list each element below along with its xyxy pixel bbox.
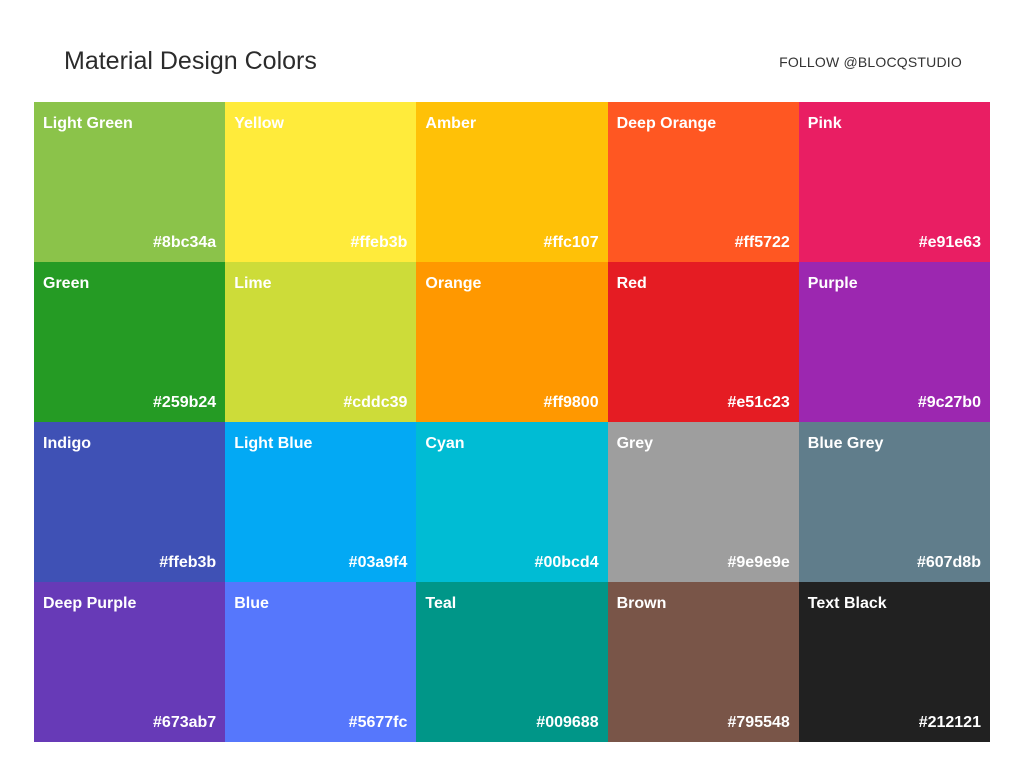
swatch-name: Purple [807, 275, 858, 292]
swatch-hex: #cddc39 [343, 394, 408, 411]
swatch-hex: #009688 [536, 714, 599, 731]
swatch-hex: #607d8b [916, 554, 981, 571]
swatch-cyan[interactable]: Cyan #00bcd4 [416, 422, 608, 582]
swatch-name: Lime [234, 275, 272, 292]
swatch-hex: #673ab7 [153, 714, 217, 731]
swatch-name: Orange [425, 275, 482, 292]
swatch-green[interactable]: Green #259b24 [34, 262, 226, 422]
swatch-name: Blue Grey [807, 435, 884, 452]
swatch-deep-orange[interactable]: Deep Orange #ff5722 [607, 102, 799, 262]
swatch-grey[interactable]: Grey #9e9e9e [607, 422, 799, 582]
swatch-blue-grey[interactable]: Blue Grey #607d8b [798, 422, 990, 582]
swatch-name: Light Blue [234, 435, 313, 452]
page-header: Material Design Colors FOLLOW @BLOCQSTUD… [0, 0, 1024, 102]
swatch-red[interactable]: Red #e51c23 [607, 262, 799, 422]
swatch-hex: #212121 [918, 714, 981, 731]
swatch-hex: #03a9f4 [348, 554, 408, 571]
swatch-name: Text Black [807, 595, 887, 612]
swatch-light-green[interactable]: Light Green #8bc34a [34, 102, 226, 262]
swatch-hex: #259b24 [153, 394, 217, 411]
swatch-indigo[interactable]: Indigo #ffeb3b [34, 422, 226, 582]
swatch-orange[interactable]: Orange #ff9800 [416, 262, 608, 422]
swatch-name: Indigo [43, 435, 91, 452]
swatch-name: Cyan [425, 435, 465, 452]
swatch-deep-purple[interactable]: Deep Purple #673ab7 [34, 582, 226, 742]
color-grid: Light Green #8bc34a Yellow #ffeb3b Amber… [34, 102, 990, 742]
swatch-hex: #e91e63 [918, 234, 981, 251]
swatch-light-blue[interactable]: Light Blue #03a9f4 [225, 422, 417, 582]
swatch-blue[interactable]: Blue #5677fc [225, 582, 417, 742]
swatch-hex: #5677fc [348, 714, 408, 731]
swatch-name: Deep Purple [43, 595, 137, 612]
swatch-name: Light Green [43, 115, 133, 132]
swatch-name: Red [616, 275, 647, 292]
swatch-teal[interactable]: Teal #009688 [416, 582, 608, 742]
swatch-name: Amber [425, 115, 477, 132]
swatch-name: Deep Orange [616, 115, 717, 132]
swatch-yellow[interactable]: Yellow #ffeb3b [225, 102, 417, 262]
swatch-hex: #ffeb3b [159, 554, 217, 571]
follow-link[interactable]: FOLLOW @BLOCQSTUDIO [779, 53, 962, 71]
swatch-hex: #ff9800 [543, 394, 599, 411]
swatch-name: Teal [425, 595, 457, 612]
swatch-hex: #9e9e9e [727, 554, 790, 571]
swatch-hex: #e51c23 [727, 394, 790, 411]
swatch-hex: #ffeb3b [350, 234, 408, 251]
swatch-hex: #00bcd4 [534, 554, 599, 571]
swatch-name: Blue [234, 595, 269, 612]
swatch-brown[interactable]: Brown #795548 [607, 582, 799, 742]
swatch-hex: #ffc107 [543, 234, 599, 251]
swatch-text-black[interactable]: Text Black #212121 [798, 582, 990, 742]
swatch-amber[interactable]: Amber #ffc107 [416, 102, 608, 262]
swatch-name: Yellow [234, 115, 284, 132]
swatch-hex: #9c27b0 [917, 394, 981, 411]
swatch-name: Brown [616, 595, 667, 612]
page-title: Material Design Colors [64, 47, 317, 75]
swatch-hex: #ff5722 [734, 234, 790, 251]
swatch-purple[interactable]: Purple #9c27b0 [798, 262, 990, 422]
swatch-hex: #8bc34a [153, 234, 217, 251]
swatch-name: Green [43, 275, 90, 292]
swatch-pink[interactable]: Pink #e91e63 [798, 102, 990, 262]
swatch-hex: #795548 [727, 714, 790, 731]
swatch-name: Grey [616, 435, 654, 452]
swatch-lime[interactable]: Lime #cddc39 [225, 262, 417, 422]
swatch-name: Pink [807, 115, 842, 132]
